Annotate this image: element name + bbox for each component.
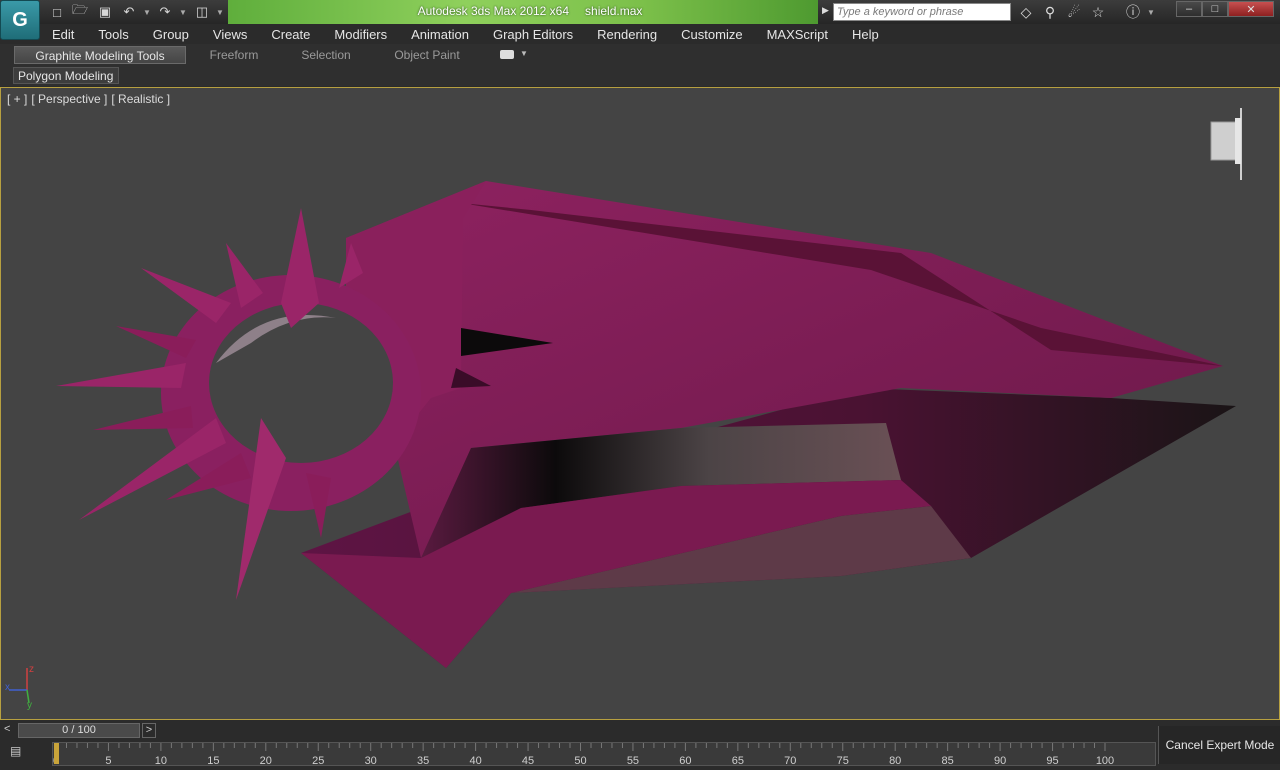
perspective-viewport[interactable]: z x y [ + ] [ Perspective ] [ Realistic ] (0, 87, 1280, 720)
help-icon[interactable]: ⓘ (1122, 3, 1144, 21)
app-logo-icon: G (12, 8, 28, 31)
communication-center-icon[interactable]: ☄ (1063, 3, 1085, 21)
time-next-button[interactable]: > (142, 723, 156, 738)
track-tick-label: 50 (574, 755, 586, 767)
subscription-key-icon[interactable]: ⚲ (1039, 3, 1061, 21)
track-tick-label: 75 (837, 755, 849, 767)
track-tick-label: 15 (207, 755, 219, 767)
axis-z-label: z (29, 664, 34, 675)
view-cube-face (1210, 121, 1240, 161)
spike (93, 406, 193, 430)
save-icon[interactable]: ▣ (95, 3, 115, 21)
track-tick-label: 10 (155, 755, 167, 767)
menu-create[interactable]: Create (259, 24, 322, 44)
viewport-shading-mode[interactable]: [ Realistic ] (111, 92, 170, 106)
tab-graphite-modeling-tools[interactable]: Graphite Modeling Tools (14, 46, 186, 64)
ribbon-tab-bar (0, 44, 1280, 67)
track-tick-label: 40 (469, 755, 481, 767)
view-cube[interactable] (1210, 108, 1242, 180)
track-tick-label: 35 (417, 755, 429, 767)
app-logo-button[interactable]: G (0, 0, 40, 40)
track-tick-label: 70 (784, 755, 796, 767)
track-tick-label: 85 (942, 755, 954, 767)
cancel-expert-mode-button[interactable]: Cancel Expert Mode (1158, 726, 1280, 764)
track-bar[interactable]: 0510152025303540455055606570758085909510… (52, 742, 1156, 767)
menu-group[interactable]: Group (141, 24, 201, 44)
track-bar-ticks: 0510152025303540455055606570758085909510… (53, 743, 1114, 767)
minimize-button[interactable]: – (1176, 1, 1202, 17)
redo-dropdown-icon[interactable]: ▼ (178, 3, 188, 21)
mini-curve-editor-icon[interactable]: ▤ (10, 744, 32, 762)
ribbon-options-dropdown-icon[interactable]: ▼ (520, 49, 528, 58)
maximize-button[interactable]: □ (1202, 1, 1228, 17)
project-folder-icon[interactable]: ◫ (192, 3, 212, 21)
tab-object-paint[interactable]: Object Paint (380, 46, 474, 68)
panel-polygon-modeling[interactable]: Polygon Modeling (13, 67, 119, 84)
viewport-point-of-view[interactable]: [ Perspective ] (31, 92, 107, 106)
track-tick-label: 5 (105, 755, 111, 767)
shield-model[interactable] (301, 181, 1236, 668)
menu-bar: Edit Tools Group Views Create Modifiers … (40, 24, 1280, 44)
window-title: Autodesk 3ds Max 2012 x64 shield.max (400, 4, 660, 18)
ring-hole (209, 303, 393, 463)
ribbon-panel-bar (0, 66, 1280, 86)
axis-x-label: x (5, 682, 10, 693)
track-tick-label: 100 (1096, 755, 1114, 767)
view-cube-edge (1235, 118, 1241, 164)
file-name: shield.max (585, 4, 643, 18)
search-input[interactable]: Type a keyword or phrase (833, 3, 1011, 21)
menu-animation[interactable]: Animation (399, 24, 481, 44)
tab-freeform[interactable]: Freeform (196, 46, 272, 68)
menu-modifiers[interactable]: Modifiers (322, 24, 399, 44)
menu-edit[interactable]: Edit (40, 24, 86, 44)
viewport-label: [ + ] [ Perspective ] [ Realistic ] (7, 92, 174, 106)
undo-dropdown-icon[interactable]: ▼ (142, 3, 152, 21)
app-title: Autodesk 3ds Max 2012 x64 (417, 4, 570, 18)
favorites-star-icon[interactable]: ☆ (1087, 3, 1109, 21)
menu-rendering[interactable]: Rendering (585, 24, 669, 44)
menu-customize[interactable]: Customize (669, 24, 754, 44)
open-file-icon[interactable]: 🗁 (70, 2, 90, 21)
binoculars-icon[interactable]: ◇ (1015, 3, 1037, 21)
track-tick-label: 30 (365, 755, 377, 767)
track-tick-label: 45 (522, 755, 534, 767)
undo-icon[interactable]: ↶ (119, 3, 139, 21)
new-file-icon[interactable]: □ (47, 3, 67, 21)
close-button[interactable]: ✕ (1228, 1, 1274, 17)
track-tick-label: 95 (1046, 755, 1058, 767)
current-frame-marker[interactable] (54, 743, 59, 764)
time-prev-button[interactable]: < (4, 723, 16, 737)
viewport-menu-plus[interactable]: [ + ] (7, 92, 27, 106)
track-tick-label: 20 (260, 755, 272, 767)
tab-selection[interactable]: Selection (290, 46, 362, 68)
time-slider[interactable]: 0 / 100 (18, 723, 140, 738)
redo-icon[interactable]: ↷ (155, 3, 175, 21)
spike (141, 268, 231, 323)
menu-help[interactable]: Help (840, 24, 891, 44)
menu-views[interactable]: Views (201, 24, 259, 44)
track-tick-label: 60 (679, 755, 691, 767)
menu-graph-editors[interactable]: Graph Editors (481, 24, 585, 44)
axis-y-label: y (27, 700, 32, 711)
track-tick-label: 90 (994, 755, 1006, 767)
track-tick-label: 80 (889, 755, 901, 767)
track-tick-label: 65 (732, 755, 744, 767)
viewport-scene: z x y (5, 108, 1242, 711)
track-tick-label: 25 (312, 755, 324, 767)
menu-tools[interactable]: Tools (86, 24, 140, 44)
quick-access-dropdown-icon[interactable]: ▼ (215, 3, 225, 21)
axis-tripod-icon: z x y (5, 664, 34, 711)
spike (56, 363, 186, 388)
search-expand-icon[interactable]: ▶ (822, 5, 830, 19)
help-dropdown-icon[interactable]: ▼ (1146, 3, 1156, 21)
ribbon-minimize-icon[interactable] (500, 50, 514, 59)
track-tick-label: 55 (627, 755, 639, 767)
menu-maxscript[interactable]: MAXScript (755, 24, 840, 44)
